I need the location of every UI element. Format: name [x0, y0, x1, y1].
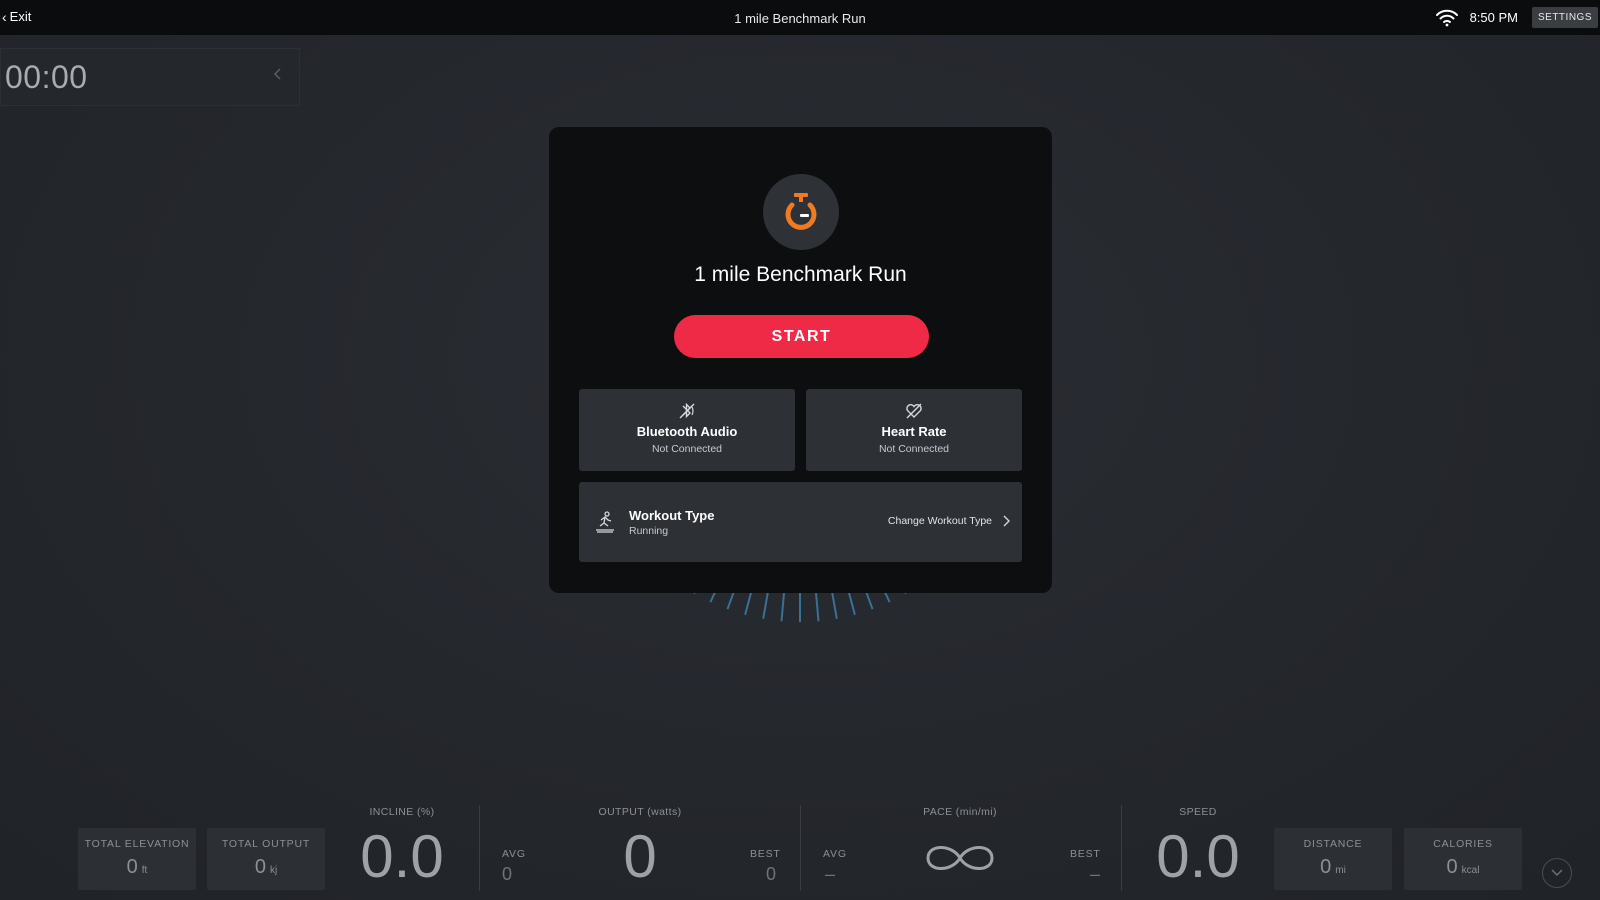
settings-button[interactable]: SETTINGS — [1531, 7, 1598, 28]
timer-value: 00:00 — [5, 59, 88, 95]
timer-panel[interactable]: 00:00 — [0, 48, 300, 106]
divider — [479, 805, 480, 891]
chevron-left-icon: ‹ — [2, 8, 7, 25]
pace-infinity-icon — [926, 846, 994, 870]
calories-value: 0 — [1446, 856, 1458, 878]
chevron-down-icon — [1551, 869, 1563, 876]
incline-label: INCLINE (%) — [369, 806, 435, 818]
total-elevation-unit: ft — [141, 865, 148, 876]
output-best-value: 0 — [766, 864, 777, 884]
benchmark-stopwatch-icon — [763, 174, 839, 250]
total-elevation-label: TOTAL ELEVATION — [84, 838, 190, 850]
start-button[interactable]: START — [674, 315, 929, 358]
wifi-icon — [1435, 9, 1458, 26]
total-output-box: TOTAL OUTPUT 0 kj — [207, 828, 325, 890]
divider — [800, 805, 801, 891]
heart-rate-card[interactable]: Heart Rate Not Connected — [806, 389, 1022, 471]
divider — [1121, 805, 1122, 891]
output-label: OUTPUT (watts) — [598, 806, 682, 818]
chevron-right-icon — [1003, 515, 1010, 527]
pace-best-value: – — [1090, 864, 1101, 884]
total-elevation-value: 0 — [126, 856, 138, 878]
top-bar: ‹ Exit 1 mile Benchmark Run 8:50 PM SETT… — [0, 0, 1600, 35]
change-workout-type-link[interactable]: Change Workout Type — [888, 515, 992, 527]
output-avg-label: AVG — [502, 848, 526, 860]
running-icon — [596, 511, 614, 533]
output-best-label: BEST — [750, 848, 781, 860]
calories-box: CALORIES 0 kcal — [1404, 828, 1522, 890]
exit-label: Exit — [9, 9, 32, 24]
exit-button[interactable]: ‹ Exit — [2, 9, 31, 24]
incline-value: 0.0 — [360, 823, 444, 890]
total-output-label: TOTAL OUTPUT — [221, 838, 311, 850]
total-output-unit: kj — [269, 865, 278, 876]
distance-unit: mi — [1335, 865, 1346, 876]
bluetooth-audio-icon — [679, 402, 695, 419]
expand-metrics-button[interactable] — [1542, 858, 1572, 888]
pace-best-label: BEST — [1070, 848, 1101, 860]
pace-avg-label: AVG — [823, 848, 847, 860]
bluetooth-audio-card[interactable]: Bluetooth Audio Not Connected — [579, 389, 795, 471]
workout-type-label: Workout Type — [629, 508, 715, 523]
calories-label: CALORIES — [1433, 838, 1493, 850]
heart-rate-icon — [906, 403, 922, 419]
bluetooth-audio-status: Not Connected — [651, 443, 723, 455]
heart-rate-label: Heart Rate — [881, 424, 947, 439]
calories-unit: kcal — [1461, 865, 1480, 876]
total-output-value: 0 — [254, 856, 266, 878]
workout-type-value: Running — [629, 525, 669, 537]
output-value: 0 — [623, 823, 657, 890]
pace-avg-value: – — [825, 864, 836, 884]
distance-value: 0 — [1320, 856, 1332, 878]
workout-type-card[interactable]: Workout Type Running Change Workout Type — [579, 482, 1022, 562]
speed-label: SPEED — [1179, 806, 1217, 818]
distance-box: DISTANCE 0 mi — [1274, 828, 1392, 890]
speed-value: 0.0 — [1156, 823, 1240, 890]
clock: 8:50 PM — [1469, 10, 1518, 25]
output-avg-value: 0 — [502, 864, 513, 884]
window-title: 1 mile Benchmark Run — [734, 11, 866, 26]
distance-label: DISTANCE — [1303, 838, 1363, 850]
modal-title: 1 mile Benchmark Run — [694, 263, 907, 286]
workout-start-modal: 1 mile Benchmark Run START Bluetooth Aud… — [549, 127, 1052, 593]
pace-label: PACE (min/mi) — [923, 806, 997, 818]
heart-rate-status: Not Connected — [878, 443, 950, 455]
total-elevation-box: TOTAL ELEVATION 0 ft — [78, 828, 196, 890]
chevron-left-icon[interactable] — [273, 67, 283, 81]
bluetooth-audio-label: Bluetooth Audio — [636, 424, 738, 439]
